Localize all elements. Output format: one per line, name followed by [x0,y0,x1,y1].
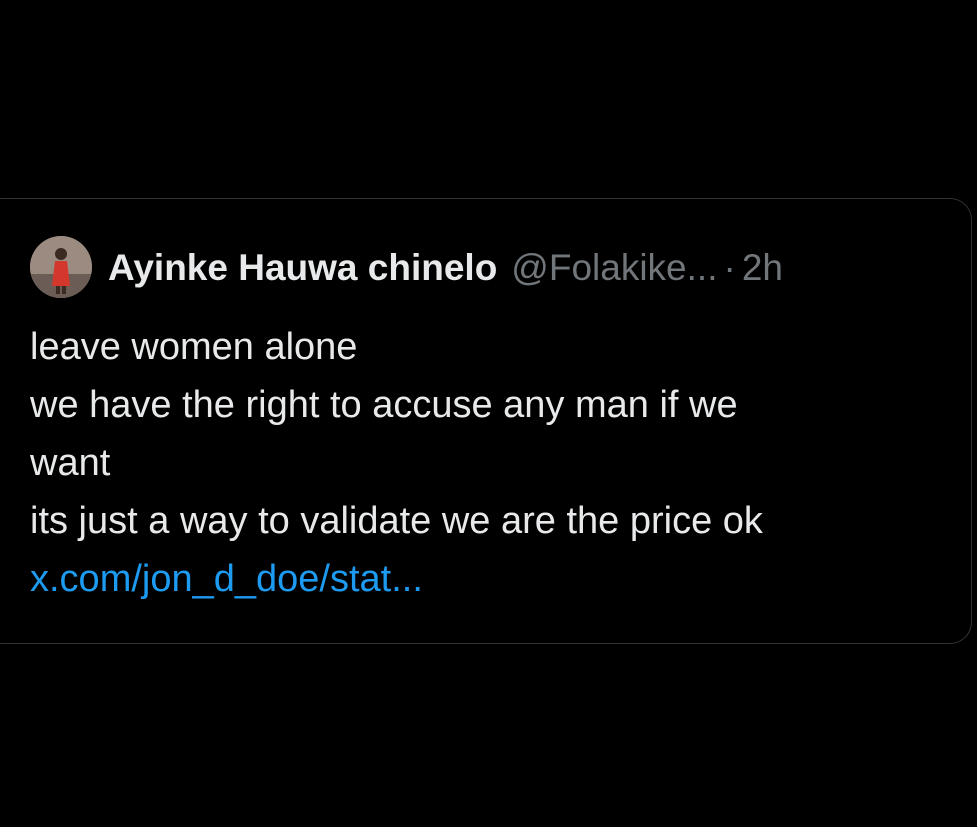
profile-photo-icon [30,236,92,298]
tweet-text-line: its just a way to validate we are the pr… [30,500,763,542]
tweet-text-line: leave women alone [30,326,358,368]
tweet-text-line: we have the right to accuse any man if w… [30,384,738,426]
tweet-header: Ayinke Hauwa chinelo @Folakike... · 2h [108,246,783,290]
separator-dot: · [723,247,736,288]
tweet-timestamp[interactable]: 2h [742,246,783,290]
avatar[interactable] [30,236,92,298]
tweet-text-line: want [30,442,111,484]
tweet-link[interactable]: x.com/jon_d_doe/stat... [30,550,930,608]
tweet-text: leave women alone we have the right to a… [30,318,930,608]
author-name[interactable]: Ayinke Hauwa chinelo [108,246,497,290]
author-handle[interactable]: @Folakike... [511,246,717,290]
